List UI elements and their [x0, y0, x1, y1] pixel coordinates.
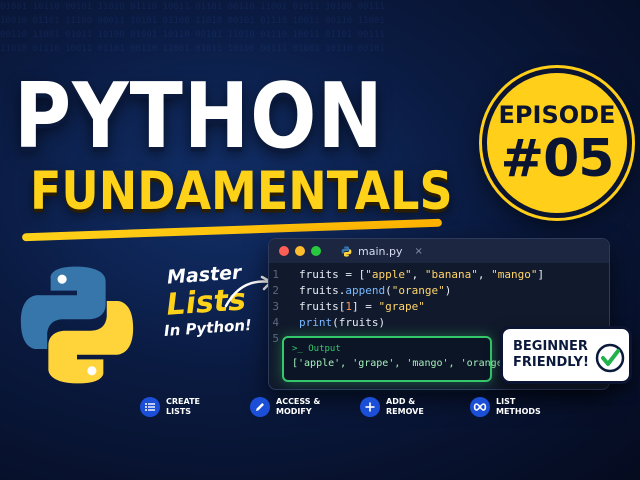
code-line: 1 fruits = ["apple", "banana", "mango"]	[269, 267, 609, 283]
episode-badge: EPISODE #05	[482, 68, 632, 218]
feature-bar: CREATE LISTS ACCESS & MODIFY ADD & REMOV…	[140, 392, 541, 422]
line-number: 3	[272, 300, 279, 313]
feature-label: CREATE LISTS	[166, 397, 200, 416]
editor-tab-filename: main.py	[358, 244, 403, 258]
feature-list-methods: LIST METHODS	[470, 397, 548, 417]
line-number: 4	[272, 316, 279, 329]
line-number: 2	[272, 284, 279, 297]
minimize-dot-icon	[295, 246, 305, 256]
tab-close-icon[interactable]: ×	[414, 246, 422, 257]
output-header: >_ Output	[292, 344, 341, 354]
title-fundamentals: FUNDAMENTALS	[30, 159, 453, 222]
pencil-icon	[250, 397, 270, 417]
feature-add-remove: ADD & REMOVE	[360, 397, 438, 417]
line-number: 1	[272, 268, 279, 281]
feature-access-modify: ACCESS & MODIFY	[250, 397, 328, 417]
editor-tab[interactable]: main.py ×	[341, 245, 423, 258]
close-dot-icon	[279, 246, 289, 256]
python-file-icon	[341, 245, 352, 257]
episode-label: EPISODE	[498, 101, 616, 129]
code-line: 3 fruits[1] = "grape"	[269, 299, 609, 315]
output-value: ['apple', 'grape', 'mango', 'orange']	[292, 358, 515, 369]
list-icon	[140, 397, 160, 417]
feature-label: LIST METHODS	[496, 397, 541, 416]
feature-label: ACCESS & MODIFY	[276, 397, 321, 416]
infinity-icon	[470, 397, 490, 417]
title-python: PYTHON	[14, 65, 384, 169]
plus-icon	[360, 397, 380, 417]
feature-create-lists: CREATE LISTS	[140, 397, 218, 417]
feature-label: ADD & REMOVE	[386, 397, 424, 416]
maximize-dot-icon	[311, 246, 321, 256]
code-line: 2 fruits.append("orange")	[269, 283, 609, 299]
episode-number: #05	[500, 129, 615, 189]
beginner-line2: FRIENDLY!	[513, 355, 589, 370]
beginner-line1: BEGINNER	[513, 339, 588, 354]
check-circle-icon	[595, 343, 625, 373]
editor-title-bar: main.py ×	[269, 239, 609, 263]
output-panel: >_ Output ['apple', 'grape', 'mango', 'o…	[282, 336, 515, 382]
python-logo-icon	[20, 266, 134, 384]
beginner-text: BEGINNER FRIENDLY!	[513, 339, 589, 371]
beginner-friendly-badge: BEGINNER FRIENDLY!	[500, 326, 632, 384]
